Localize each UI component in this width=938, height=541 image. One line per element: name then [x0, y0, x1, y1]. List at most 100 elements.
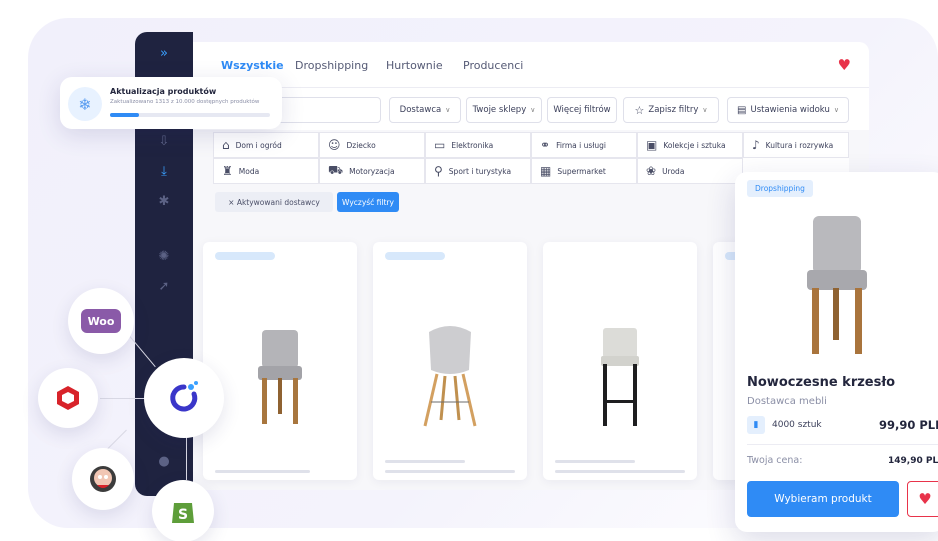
shops-filter-label: Twoje sklepy — [472, 105, 527, 115]
house-icon: ⌂ — [222, 138, 230, 152]
view-settings-button[interactable]: ▤ Ustawienia widoku ∨ — [727, 97, 849, 123]
update-notification: ❄ Aktualizacja produktów Zaktualizowano … — [60, 77, 282, 129]
shopify-integration[interactable]: S — [152, 480, 214, 541]
frame-icon: ▣ — [646, 138, 658, 152]
chair-image — [807, 216, 867, 354]
expand-sidebar-icon[interactable]: » — [155, 44, 173, 62]
flower-icon: ❀ — [646, 164, 657, 178]
connector-line — [186, 432, 187, 480]
category-home-garden[interactable]: ⌂ Dom i ogród — [213, 132, 319, 158]
save-filters-button[interactable]: ☆ Zapisz filtry ∨ — [623, 97, 719, 123]
placeholder-line — [555, 460, 635, 463]
more-filters-label: Więcej filtrów — [553, 105, 611, 115]
category-automotive[interactable]: ⛟ Motoryzacja — [319, 158, 425, 184]
basket-icon: ▦ — [540, 164, 552, 178]
chevron-down-icon: ∨ — [702, 106, 708, 114]
category-beauty[interactable]: ❀ Uroda — [637, 158, 743, 184]
placeholder-line — [385, 470, 515, 473]
snowflake-icon: ❄ — [68, 87, 102, 121]
product-card[interactable] — [203, 242, 357, 480]
product-supplier: Dostawca mebli — [747, 396, 827, 407]
monitor-icon: ▭ — [434, 138, 446, 152]
placeholder-line — [555, 470, 685, 473]
category-supermarket[interactable]: ▦ Supermarket — [531, 158, 637, 184]
category-label: Dziecko — [346, 140, 376, 150]
favorites-heart-icon[interactable]: ♥ — [838, 56, 851, 74]
filter-bar: Dostawca ∨ Twoje sklepy ∨ Więcej filtrów ☆… — [193, 88, 869, 130]
rocket-icon[interactable]: ➚ — [155, 277, 173, 295]
import-icon[interactable]: ⤓ — [155, 162, 173, 180]
progress-bar — [110, 113, 270, 117]
shopify-logo-icon: S — [172, 503, 194, 523]
category-label: Uroda — [662, 166, 685, 176]
settings-icon[interactable]: ✱ — [155, 192, 173, 210]
placeholder-line — [385, 460, 465, 463]
category-label: Sport i turystyka — [448, 166, 512, 176]
tab-all[interactable]: Wszystkie — [221, 59, 284, 72]
chevron-down-icon: ∨ — [833, 106, 839, 114]
your-price: 149,90 PLN — [888, 456, 938, 466]
supplier-filter[interactable]: Dostawca ∨ — [389, 97, 461, 123]
notification-subtitle: Zaktualizowano 1313 z 10.000 dostępnych … — [110, 99, 260, 105]
guitar-icon: ♪ — [752, 138, 760, 152]
category-fashion[interactable]: ♜ Moda — [213, 158, 319, 184]
product-card[interactable] — [373, 242, 527, 480]
hub-logo-icon — [170, 381, 198, 412]
category-label: Moda — [238, 166, 260, 176]
product-name: Nowoczesne krzesło — [747, 375, 896, 390]
favorite-heart-icon[interactable]: ♥ — [907, 481, 938, 517]
clothes-icon: ♜ — [222, 164, 233, 178]
shoper-integration[interactable] — [38, 368, 98, 428]
progress-fill — [110, 113, 139, 117]
your-price-label: Twoja cena: — [747, 455, 803, 466]
active-suppliers-chip[interactable]: × Aktywowani dostawcy — [215, 192, 333, 212]
product-detail-popup: Dropshipping Nowoczesne krzesło Dostawca… — [735, 172, 938, 532]
divider — [747, 444, 938, 445]
category-kids[interactable]: ☺ Dziecko — [319, 132, 425, 158]
dropshipping-tag: Dropshipping — [747, 180, 813, 197]
notification-title: Aktualizacja produktów — [110, 87, 217, 96]
main-integration-hub[interactable] — [144, 358, 224, 438]
tab-producers[interactable]: Producenci — [463, 59, 523, 72]
woocommerce-integration[interactable]: Woo — [68, 288, 134, 354]
prestashop-integration[interactable] — [72, 448, 134, 510]
category-label: Kultura i rozrywka — [765, 140, 834, 150]
product-card[interactable] — [543, 242, 697, 480]
tab-dropshipping[interactable]: Dropshipping — [295, 59, 368, 72]
shops-filter[interactable]: Twoje sklepy ∨ — [466, 97, 542, 123]
stool-image — [601, 328, 639, 426]
category-label: Elektronika — [451, 140, 494, 150]
handshake-icon: ⚭ — [540, 138, 551, 152]
category-label: Kolekcje i sztuka — [663, 140, 726, 150]
user-icon[interactable]: ● — [155, 452, 173, 470]
stock-quantity: 4000 sztuk — [772, 420, 822, 430]
shoper-logo-icon — [57, 386, 79, 410]
product-price: 99,90 PLN — [879, 418, 938, 432]
card-tag — [385, 252, 445, 260]
stock-chart-icon: ▮ — [747, 416, 765, 434]
select-product-button[interactable]: Wybieram produkt — [747, 481, 899, 517]
category-culture[interactable]: ♪ Kultura i rozrywka — [743, 132, 849, 158]
category-label: Firma i usługi — [556, 140, 607, 150]
category-label: Dom i ogród — [235, 140, 282, 150]
category-art[interactable]: ▣ Kolekcje i sztuka — [637, 132, 743, 158]
chair-image — [423, 326, 477, 427]
view-settings-label: Ustawienia widoku — [750, 105, 830, 115]
category-label: Motoryzacja — [349, 166, 395, 176]
tab-wholesalers[interactable]: Hurtownie — [386, 59, 443, 72]
download-icon[interactable]: ⇩ — [155, 132, 173, 150]
clear-filters-button[interactable]: Wyczyść filtry — [337, 192, 399, 212]
category-label: Supermarket — [557, 166, 606, 176]
star-icon: ☆ — [634, 103, 645, 117]
prestashop-logo-icon — [90, 466, 116, 492]
car-icon: ⛟ — [328, 163, 344, 177]
teddy-icon: ☺ — [328, 138, 341, 152]
category-business[interactable]: ⚭ Firma i usługi — [531, 132, 637, 158]
category-sport[interactable]: ⚲ Sport i turystyka — [425, 158, 531, 184]
category-electronics[interactable]: ▭ Elektronika — [425, 132, 531, 158]
more-filters-button[interactable]: Więcej filtrów — [547, 97, 617, 123]
view-icon: ▤ — [737, 104, 747, 116]
woocommerce-logo: Woo — [81, 309, 121, 333]
supplier-filter-label: Dostawca — [399, 105, 442, 115]
network-icon[interactable]: ✺ — [155, 247, 173, 265]
